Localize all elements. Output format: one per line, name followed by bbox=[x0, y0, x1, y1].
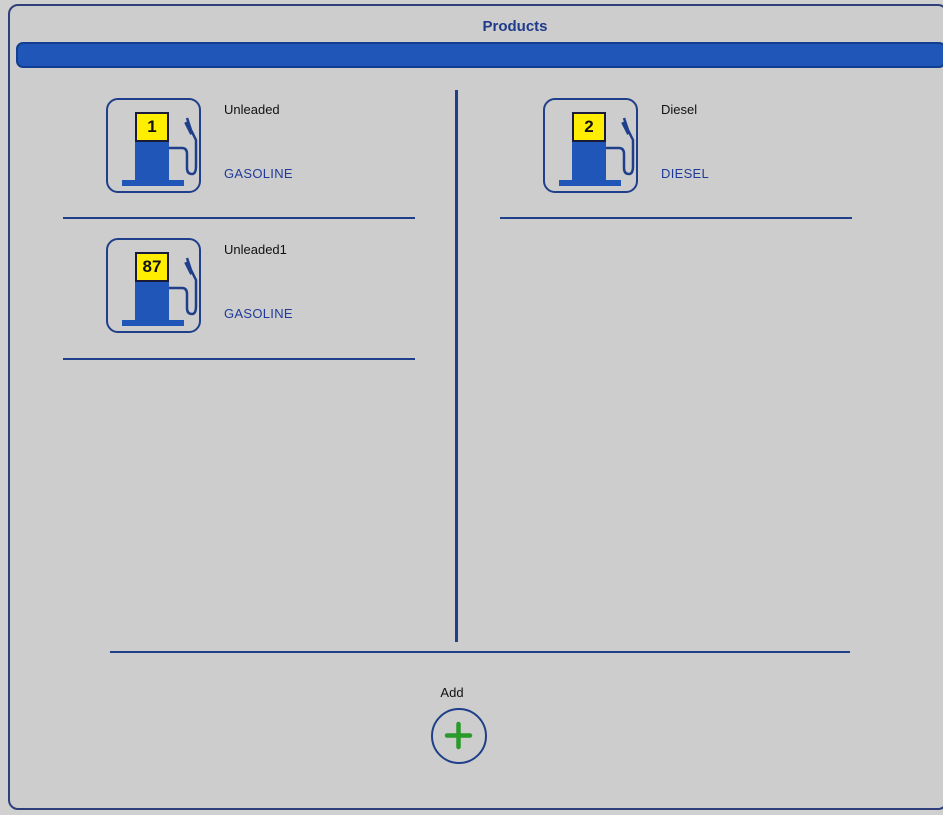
fuel-pump-icon[interactable]: 87 bbox=[106, 238, 201, 333]
product-item[interactable]: 87 Unleaded1 GASOLINE bbox=[106, 238, 436, 358]
add-label: Add bbox=[440, 685, 464, 700]
product-number: 87 bbox=[135, 252, 169, 282]
product-number: 1 bbox=[135, 112, 169, 142]
title-bar bbox=[16, 42, 943, 68]
window-title: Products bbox=[482, 18, 548, 35]
product-name: Unleaded bbox=[224, 102, 280, 117]
fuel-pump-icon[interactable]: 2 bbox=[543, 98, 638, 193]
product-name: Diesel bbox=[661, 102, 698, 117]
product-item[interactable]: 1 Unleaded GASOLINE bbox=[106, 98, 436, 218]
plus-icon bbox=[444, 721, 473, 750]
footer-divider bbox=[110, 651, 850, 653]
row-divider bbox=[63, 358, 415, 360]
row-divider bbox=[500, 217, 852, 219]
product-type: GASOLINE bbox=[224, 306, 293, 321]
product-type: GASOLINE bbox=[224, 166, 293, 181]
column-divider bbox=[455, 90, 458, 642]
product-number: 2 bbox=[572, 112, 606, 142]
row-divider bbox=[63, 217, 415, 219]
product-item[interactable]: 2 Diesel DIESEL bbox=[543, 98, 873, 218]
product-name: Unleaded1 bbox=[224, 242, 287, 257]
add-button[interactable] bbox=[431, 708, 487, 764]
product-type: DIESEL bbox=[661, 166, 710, 181]
fuel-pump-icon[interactable]: 1 bbox=[106, 98, 201, 193]
